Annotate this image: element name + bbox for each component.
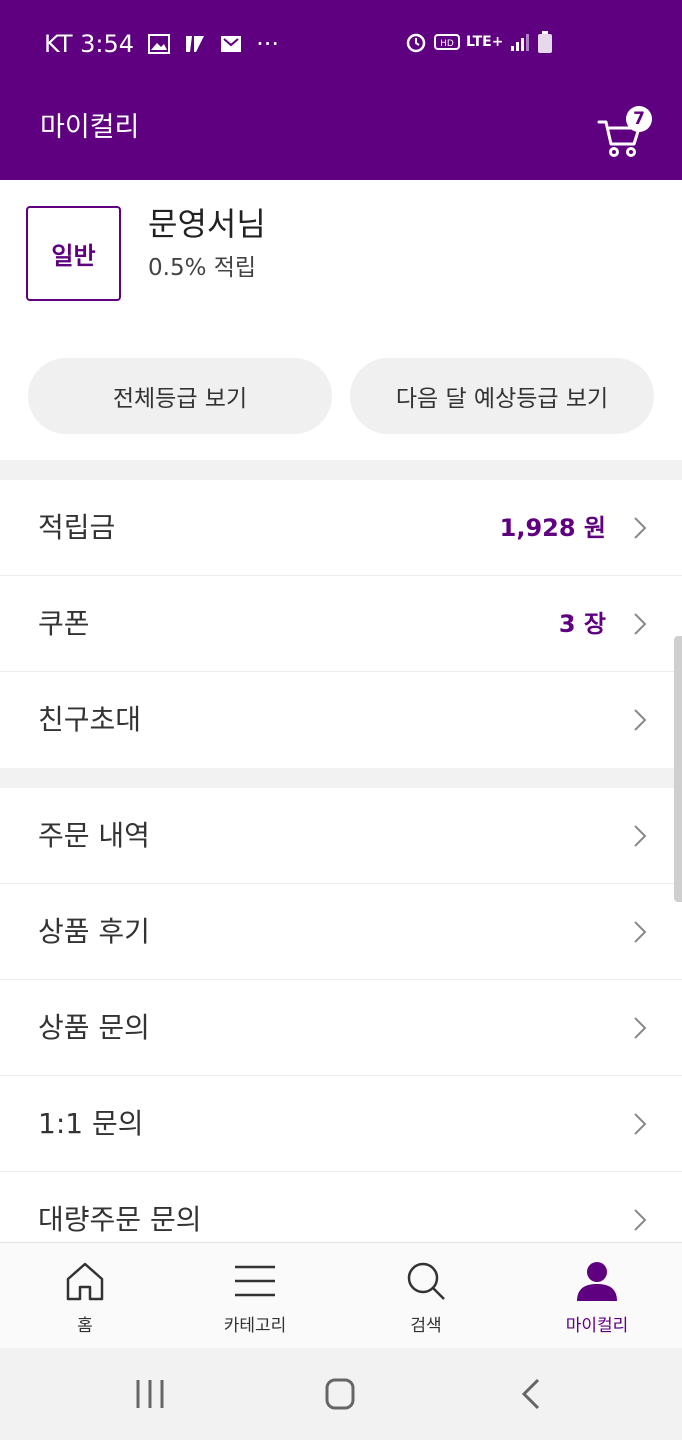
menu-item-orders[interactable]: 주문 내역 [0, 788, 682, 884]
menu-item-label: 상품 후기 [38, 915, 150, 948]
chevron-right-icon [634, 1113, 647, 1135]
menu-item-label: 쿠폰 [38, 607, 90, 640]
menu-item-points[interactable]: 적립금 1,928 원 [0, 480, 682, 576]
chevron-right-icon [634, 921, 647, 943]
network-type: LTE+ [466, 34, 504, 50]
person-icon [577, 1262, 617, 1301]
battery-icon [538, 31, 553, 53]
mail-icon [221, 36, 242, 52]
section-divider [0, 768, 682, 788]
next-month-grade-button[interactable]: 다음 달 예상등급 보기 [350, 358, 654, 434]
tab-search[interactable]: 검색 [341, 1243, 511, 1349]
search-icon [407, 1262, 445, 1300]
scrollbar[interactable] [674, 636, 682, 902]
chevron-right-icon [634, 709, 647, 731]
chevron-right-icon [634, 1209, 647, 1231]
menu-item-label: 1:1 문의 [38, 1107, 144, 1140]
menu-item-label: 상품 문의 [38, 1011, 150, 1044]
bottom-tab-bar: 홈 카테고리 검색 마이컬리 [0, 1242, 682, 1348]
home-button-icon[interactable] [320, 1376, 360, 1412]
system-navigation-bar [0, 1348, 682, 1440]
menu-item-one-to-one-inquiry[interactable]: 1:1 문의 [0, 1076, 682, 1172]
recent-apps-icon[interactable] [130, 1376, 170, 1412]
menu-item-label: 주문 내역 [38, 819, 150, 852]
tab-label: 카테고리 [223, 1316, 287, 1336]
app-notification-icon [186, 36, 205, 52]
signal-icon [511, 34, 530, 51]
menu-item-label: 적립금 [38, 511, 116, 544]
profile-section: 일반 문영서님 0.5% 적립 전체등급 보기 다음 달 예상등급 보기 [0, 180, 682, 460]
app-bar: 마이컬리 7 [0, 90, 682, 180]
more-notifications: ··· [256, 30, 279, 58]
menu-item-product-inquiry[interactable]: 상품 문의 [0, 980, 682, 1076]
tab-category[interactable]: 카테고리 [170, 1243, 340, 1349]
svg-text:HD: HD [440, 39, 454, 49]
menu-item-reviews[interactable]: 상품 후기 [0, 884, 682, 980]
alarm-icon [406, 33, 426, 53]
chevron-right-icon [634, 1017, 647, 1039]
coupon-value: 3 장 [558, 610, 606, 638]
tab-home[interactable]: 홈 [0, 1243, 170, 1349]
tab-label: 홈 [77, 1316, 93, 1336]
menu-item-invite-friends[interactable]: 친구초대 [0, 672, 682, 768]
chevron-right-icon [634, 825, 647, 847]
home-icon [66, 1262, 104, 1301]
page-title: 마이컬리 [40, 112, 140, 143]
view-all-grades-button[interactable]: 전체등급 보기 [28, 358, 332, 434]
carrier-time: KT 3:54 [44, 30, 135, 58]
back-icon[interactable] [512, 1376, 552, 1412]
points-value: 1,928 원 [499, 514, 606, 542]
tab-label: 검색 [410, 1316, 442, 1336]
section-divider [0, 460, 682, 480]
tab-label: 마이컬리 [565, 1316, 629, 1336]
status-bar: KT 3:54 ··· HD LTE+ [0, 0, 682, 90]
grade-badge: 일반 [26, 206, 121, 301]
cart-count-badge: 7 [626, 106, 652, 132]
cart-button[interactable]: 7 [596, 106, 656, 157]
tab-my-kurly[interactable]: 마이컬리 [512, 1243, 682, 1349]
menu-icon [235, 1265, 275, 1297]
menu-item-label: 대량주문 문의 [38, 1203, 202, 1236]
chevron-right-icon [634, 613, 647, 635]
user-name: 문영서님 [148, 205, 266, 243]
menu-item-coupon[interactable]: 쿠폰 3 장 [0, 576, 682, 672]
gallery-icon [148, 34, 171, 54]
reward-rate: 0.5% 적립 [148, 255, 257, 281]
chevron-right-icon [634, 517, 647, 539]
hd-icon: HD [434, 34, 460, 50]
menu-item-label: 친구초대 [38, 703, 142, 736]
